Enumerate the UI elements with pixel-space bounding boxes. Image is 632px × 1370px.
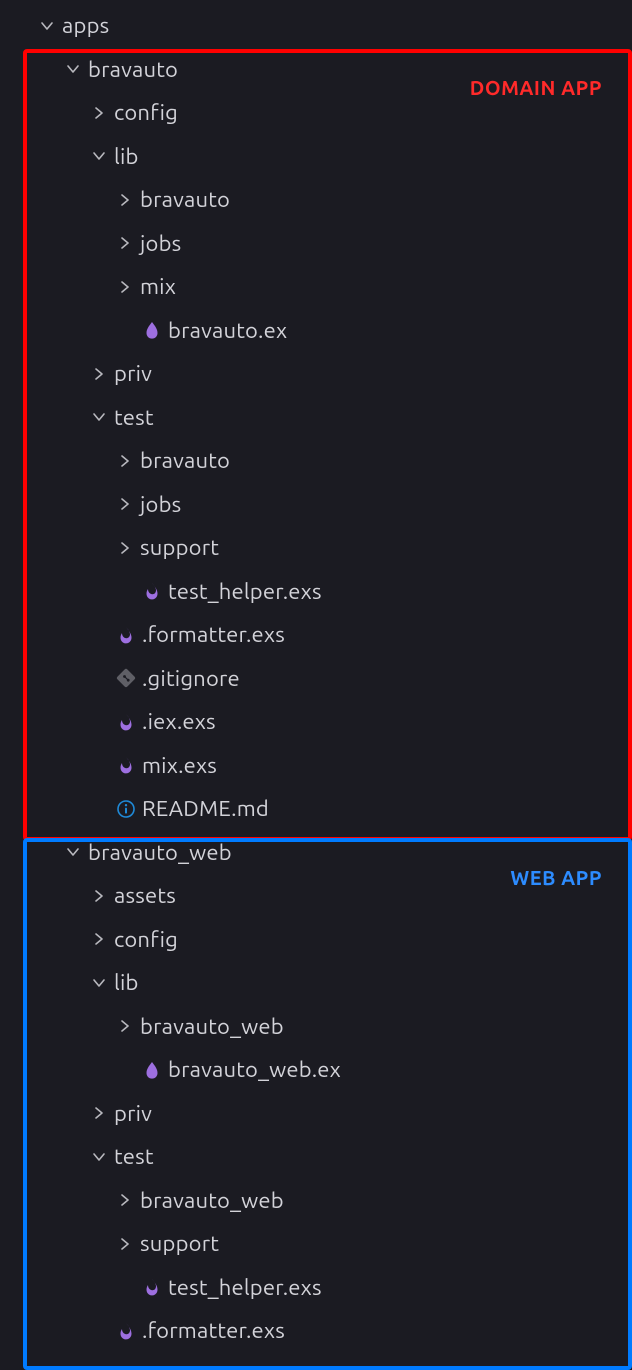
- info-icon: [112, 799, 140, 819]
- chevron-right-icon[interactable]: [112, 1236, 138, 1252]
- file-label: .formatter.exs: [140, 1309, 285, 1353]
- elixir-script-icon: [112, 712, 140, 732]
- folder-label: mix: [138, 265, 176, 309]
- tree-row[interactable]: support: [0, 526, 632, 570]
- folder-label: bravauto: [138, 439, 230, 483]
- chevron-down-icon[interactable]: [86, 1149, 112, 1165]
- folder-label: test: [112, 396, 154, 440]
- elixir-file-icon: [138, 1060, 166, 1080]
- chevron-right-icon[interactable]: [112, 1192, 138, 1208]
- folder-label: lib: [112, 135, 139, 179]
- chevron-right-icon[interactable]: [86, 1105, 112, 1121]
- chevron-right-icon[interactable]: [86, 366, 112, 382]
- folder-label: support: [138, 526, 219, 570]
- tree-row[interactable]: test: [0, 1135, 632, 1179]
- tree-row[interactable]: config: [0, 918, 632, 962]
- folder-label: lib: [112, 961, 139, 1005]
- file-label: .iex.exs: [140, 700, 216, 744]
- tree-row[interactable]: mix.exs: [0, 744, 632, 788]
- file-label: test_helper.exs: [166, 1266, 322, 1310]
- tree-row[interactable]: bravauto_web: [0, 1005, 632, 1049]
- folder-label: apps: [60, 4, 109, 48]
- tree-row[interactable]: .formatter.exs: [0, 613, 632, 657]
- chevron-right-icon[interactable]: [112, 192, 138, 208]
- chevron-right-icon[interactable]: [112, 279, 138, 295]
- tree-row[interactable]: config: [0, 91, 632, 135]
- folder-label: bravauto_web: [138, 1179, 284, 1223]
- tree-row[interactable]: bravauto.ex: [0, 309, 632, 353]
- folder-label: priv: [112, 352, 152, 396]
- file-label: test_helper.exs: [166, 570, 322, 614]
- file-label: bravauto.ex: [166, 309, 287, 353]
- tree-row[interactable]: bravauto_web: [0, 1179, 632, 1223]
- chevron-right-icon[interactable]: [112, 540, 138, 556]
- chevron-right-icon[interactable]: [112, 453, 138, 469]
- folder-label: priv: [112, 1092, 152, 1136]
- tree-row[interactable]: apps: [0, 4, 632, 48]
- tree-row[interactable]: lib: [0, 135, 632, 179]
- elixir-script-icon: [112, 625, 140, 645]
- tree-row[interactable]: README.md: [0, 787, 632, 831]
- folder-label: config: [112, 918, 178, 962]
- file-label: README.md: [140, 787, 269, 831]
- tree-row[interactable]: bravauto: [0, 48, 632, 92]
- tree-row[interactable]: .gitignore: [0, 657, 632, 701]
- folder-label: bravauto_web: [138, 1005, 284, 1049]
- tree-row[interactable]: priv: [0, 1092, 632, 1136]
- folder-label: jobs: [138, 483, 181, 527]
- chevron-right-icon[interactable]: [86, 931, 112, 947]
- chevron-down-icon[interactable]: [60, 61, 86, 77]
- file-label: bravauto_web.ex: [166, 1048, 341, 1092]
- file-label: .formatter.exs: [140, 613, 285, 657]
- tree-row[interactable]: .formatter.exs: [0, 1309, 632, 1353]
- folder-label: bravauto: [86, 48, 178, 92]
- folder-label: config: [112, 91, 178, 135]
- tree-row[interactable]: test_helper.exs: [0, 1266, 632, 1310]
- tree-row[interactable]: jobs: [0, 483, 632, 527]
- chevron-right-icon[interactable]: [112, 235, 138, 251]
- tree-row[interactable]: mix: [0, 265, 632, 309]
- elixir-script-icon: [138, 581, 166, 601]
- tree-row[interactable]: priv: [0, 352, 632, 396]
- file-label: .gitignore: [140, 657, 240, 701]
- elixir-file-icon: [138, 320, 166, 340]
- tree-row[interactable]: jobs: [0, 222, 632, 266]
- chevron-right-icon[interactable]: [86, 888, 112, 904]
- chevron-down-icon[interactable]: [60, 844, 86, 860]
- elixir-script-icon: [112, 755, 140, 775]
- tree-row[interactable]: bravauto_web.ex: [0, 1048, 632, 1092]
- elixir-script-icon: [112, 1321, 140, 1341]
- tree-row[interactable]: assets: [0, 874, 632, 918]
- tree-row[interactable]: test_helper.exs: [0, 570, 632, 614]
- tree-row[interactable]: bravauto_web: [0, 831, 632, 875]
- file-explorer-tree: appsbravautoconfiglibbravautojobsmixbrav…: [0, 0, 632, 1353]
- chevron-down-icon[interactable]: [86, 148, 112, 164]
- chevron-right-icon[interactable]: [112, 496, 138, 512]
- chevron-down-icon[interactable]: [86, 975, 112, 991]
- chevron-down-icon[interactable]: [86, 409, 112, 425]
- tree-row[interactable]: bravauto: [0, 178, 632, 222]
- tree-row[interactable]: .iex.exs: [0, 700, 632, 744]
- folder-label: support: [138, 1222, 219, 1266]
- tree-row[interactable]: bravauto: [0, 439, 632, 483]
- folder-label: jobs: [138, 222, 181, 266]
- tree-row[interactable]: support: [0, 1222, 632, 1266]
- tree-row[interactable]: test: [0, 396, 632, 440]
- chevron-down-icon[interactable]: [34, 18, 60, 34]
- chevron-right-icon[interactable]: [112, 1018, 138, 1034]
- folder-label: test: [112, 1135, 154, 1179]
- elixir-script-icon: [138, 1277, 166, 1297]
- folder-label: bravauto_web: [86, 831, 232, 875]
- gitignore-icon: [112, 668, 140, 688]
- chevron-right-icon[interactable]: [86, 105, 112, 121]
- folder-label: assets: [112, 874, 176, 918]
- tree-row[interactable]: lib: [0, 961, 632, 1005]
- file-label: mix.exs: [140, 744, 217, 788]
- folder-label: bravauto: [138, 178, 230, 222]
